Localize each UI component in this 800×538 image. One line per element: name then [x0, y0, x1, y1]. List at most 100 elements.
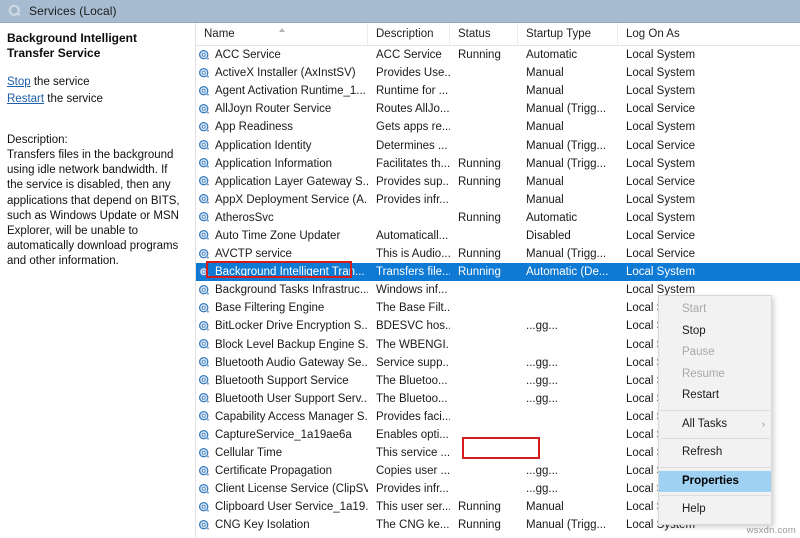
cell-startup-type: Manual (Trigg... — [518, 158, 618, 170]
cell-name: Client License Service (ClipSV... — [196, 483, 368, 496]
submenu-arrow-icon: › — [762, 414, 765, 436]
cell-name: Bluetooth User Support Serv... — [196, 392, 368, 405]
service-name-label: AtherosSvc — [215, 212, 274, 224]
cell-startup-type: Manual (Trigg... — [518, 140, 618, 152]
menu-item-properties[interactable]: Properties — [659, 471, 771, 493]
cell-name: AppX Deployment Service (A... — [196, 193, 368, 206]
menu-item-label: Resume — [682, 368, 725, 380]
table-row[interactable]: ActiveX Installer (AxInstSV)Provides Use… — [196, 64, 800, 82]
cell-startup-type: Manual — [518, 85, 618, 97]
cell-log-on-as: Local System — [618, 121, 718, 133]
cell-startup-type: ...gg... — [518, 393, 618, 405]
service-name-label: Cellular Time — [215, 447, 282, 459]
cell-startup-type: ...gg... — [518, 320, 618, 332]
service-context-menu[interactable]: StartStopPauseResumeRestartAll Tasks›Ref… — [658, 295, 772, 525]
service-name-label: BitLocker Drive Encryption S... — [215, 320, 368, 332]
cell-description: The Bluetoo... — [368, 375, 450, 387]
service-name-label: Background Intelligent Tran... — [215, 266, 365, 278]
cell-startup-type: Automatic (De... — [518, 266, 618, 278]
cell-name: Bluetooth Audio Gateway Se... — [196, 356, 368, 369]
cell-description: BDESVC hos... — [368, 320, 450, 332]
cell-name: BitLocker Drive Encryption S... — [196, 320, 368, 333]
restart-service-link[interactable]: Restart — [7, 93, 44, 105]
service-name-label: Block Level Backup Engine S... — [215, 339, 368, 351]
stop-service-link[interactable]: Stop — [7, 76, 31, 88]
menu-item-all-tasks[interactable]: All Tasks › — [659, 414, 771, 436]
column-header-logon[interactable]: Log On As — [618, 23, 718, 45]
cell-name: Background Intelligent Tran... — [196, 266, 368, 279]
menu-item-restart[interactable]: Restart — [659, 385, 771, 407]
menu-item-label: Pause — [682, 346, 715, 358]
table-row[interactable]: AppX Deployment Service (A...Provides in… — [196, 191, 800, 209]
menu-item-stop[interactable]: Stop — [659, 321, 771, 343]
table-row[interactable]: ACC ServiceACC ServiceRunningAutomaticLo… — [196, 46, 800, 64]
cell-startup-type: Manual (Trigg... — [518, 519, 618, 531]
column-header-start[interactable]: Startup Type — [518, 23, 618, 45]
service-gear-icon — [198, 338, 211, 351]
cell-name: Application Information — [196, 157, 368, 170]
cell-description: Determines ... — [368, 140, 450, 152]
cell-startup-type: Disabled — [518, 230, 618, 242]
menu-item-label: All Tasks — [682, 418, 727, 430]
column-header-desc[interactable]: Description — [368, 23, 450, 45]
table-row[interactable]: Application Layer Gateway S...Provides s… — [196, 173, 800, 191]
service-name-label: App Readiness — [215, 121, 293, 133]
column-header-name[interactable]: Name — [196, 23, 368, 45]
service-name-label: ActiveX Installer (AxInstSV) — [215, 67, 356, 79]
service-name-label: Capability Access Manager S... — [215, 411, 368, 423]
cell-log-on-as: Local Service — [618, 140, 718, 152]
cell-description: The WBENGI... — [368, 339, 450, 351]
restart-service-action[interactable]: Restart the service — [7, 91, 186, 107]
cell-description: Runtime for ... — [368, 85, 450, 97]
service-gear-icon — [198, 121, 211, 134]
cell-startup-type: ...gg... — [518, 465, 618, 477]
cell-name: Application Layer Gateway S... — [196, 175, 368, 188]
service-name-label: Bluetooth Support Service — [215, 375, 349, 387]
cell-startup-type: Manual — [518, 67, 618, 79]
table-row[interactable]: App ReadinessGets apps re...ManualLocal … — [196, 118, 800, 136]
cell-name: AVCTP service — [196, 248, 368, 261]
cell-name: Bluetooth Support Service — [196, 374, 368, 387]
cell-name: Agent Activation Runtime_1... — [196, 85, 368, 98]
cell-name: Capability Access Manager S... — [196, 410, 368, 423]
service-gear-icon — [198, 410, 211, 423]
table-row[interactable]: Agent Activation Runtime_1...Runtime for… — [196, 82, 800, 100]
table-row[interactable]: Application InformationFacilitates th...… — [196, 155, 800, 173]
service-name-label: Auto Time Zone Updater — [215, 230, 340, 242]
cell-description: This user ser... — [368, 501, 450, 513]
cell-description: The Bluetoo... — [368, 393, 450, 405]
menu-separator — [660, 495, 770, 496]
service-detail-pane: Background Intelligent Transfer Service … — [0, 23, 196, 538]
service-name-label: Bluetooth Audio Gateway Se... — [215, 357, 368, 369]
cell-name: ActiveX Installer (AxInstSV) — [196, 67, 368, 80]
menu-item-label: Refresh — [682, 446, 722, 458]
table-row[interactable]: AtherosSvcRunningAutomaticLocal System — [196, 209, 800, 227]
menu-item-refresh[interactable]: Refresh — [659, 442, 771, 464]
table-row[interactable]: Auto Time Zone UpdaterAutomaticall...Dis… — [196, 227, 800, 245]
service-name-label: CaptureService_1a19ae6a — [215, 429, 352, 441]
cell-startup-type: Manual — [518, 176, 618, 188]
cell-status: Running — [450, 266, 518, 278]
menu-item-resume: Resume — [659, 364, 771, 386]
cell-description: Facilitates th... — [368, 158, 450, 170]
cell-log-on-as: Local Service — [618, 248, 718, 260]
stop-service-action[interactable]: Stop the service — [7, 74, 186, 90]
table-row[interactable]: Background Intelligent Tran...Transfers … — [196, 263, 800, 281]
column-header-stat[interactable]: Status — [450, 23, 518, 45]
cell-log-on-as: Local System — [618, 212, 718, 224]
cell-startup-type: ...gg... — [518, 375, 618, 387]
description-text: Transfers files in the background using … — [7, 148, 186, 270]
cell-startup-type: Manual — [518, 121, 618, 133]
table-row[interactable]: Application IdentityDetermines ...Manual… — [196, 136, 800, 154]
cell-log-on-as: Local System — [618, 194, 718, 206]
menu-item-help[interactable]: Help — [659, 499, 771, 521]
menu-item-label: Stop — [682, 325, 706, 337]
cell-name: AtherosSvc — [196, 211, 368, 224]
service-gear-icon — [198, 302, 211, 315]
table-row[interactable]: AllJoyn Router ServiceRoutes AllJo...Man… — [196, 100, 800, 118]
cell-name: Background Tasks Infrastruc... — [196, 284, 368, 297]
cell-description: The CNG ke... — [368, 519, 450, 531]
menu-separator — [660, 410, 770, 411]
cell-name: Certificate Propagation — [196, 465, 368, 478]
table-row[interactable]: AVCTP serviceThis is Audio...RunningManu… — [196, 245, 800, 263]
